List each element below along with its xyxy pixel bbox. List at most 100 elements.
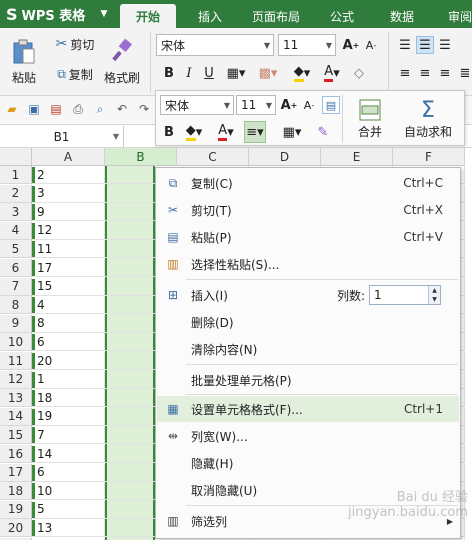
row-header[interactable]: 19 — [0, 500, 32, 519]
menu-item-column-width[interactable]: ⇹ 列宽(W)... — [157, 423, 459, 449]
menu-item-delete[interactable]: 删除(D) — [157, 309, 459, 335]
row-header[interactable]: 9 — [0, 314, 32, 333]
cut-button[interactable]: ✂ 剪切 — [50, 34, 100, 54]
align-center-icon[interactable]: ≡ — [416, 64, 434, 82]
format-painter-icon[interactable]: ✎ — [314, 123, 332, 141]
cell-a[interactable]: 19 — [32, 407, 105, 426]
align-right-icon[interactable]: ≡ — [436, 64, 454, 82]
decrease-font-icon[interactable]: A- — [300, 96, 318, 114]
stepper-down-icon[interactable]: ▼ — [428, 295, 440, 304]
font-color-icon[interactable]: A ▾ — [212, 123, 240, 141]
menu-item-paste-special[interactable]: ▥ 选择性粘贴(S)... — [157, 251, 459, 277]
bold-icon[interactable]: B — [160, 123, 178, 141]
align-middle-icon[interactable]: ☰ — [416, 36, 434, 54]
row-header[interactable]: 4 — [0, 221, 32, 240]
align-left-icon[interactable]: ≡ — [396, 64, 414, 82]
underline-icon[interactable]: U — [200, 64, 218, 82]
cell-a[interactable]: 20 — [32, 352, 105, 370]
redo-icon[interactable]: ↷ — [136, 101, 152, 117]
cell-a[interactable]: 5 — [32, 500, 105, 519]
row-header[interactable]: 11 — [0, 352, 32, 370]
export-pdf-icon[interactable]: ▤ — [48, 101, 64, 117]
align-top-icon[interactable]: ☰ — [396, 36, 414, 54]
merge-button[interactable]: 合并 — [348, 95, 392, 143]
row-header[interactable]: 20 — [0, 519, 32, 538]
app-menu-button[interactable]: S WPS 表格 — [0, 0, 92, 28]
cell-a[interactable]: 10 — [32, 482, 105, 501]
align-bottom-icon[interactable]: ☰ — [436, 36, 454, 54]
fill-pattern-icon[interactable]: ▩▾ — [254, 64, 282, 82]
copy-button[interactable]: ⧉ 复制 — [50, 64, 100, 84]
print-preview-icon[interactable]: ⌕ — [92, 101, 108, 117]
row-header[interactable]: 5 — [0, 240, 32, 259]
chevron-down-icon[interactable]: ▼ — [94, 0, 114, 28]
cell-a[interactable]: 8 — [32, 314, 105, 333]
column-header-b[interactable]: B — [105, 148, 177, 166]
format-painter-button[interactable]: 格式刷 — [102, 34, 142, 90]
column-header-c[interactable]: C — [177, 148, 249, 166]
save-icon[interactable]: ▣ — [26, 101, 42, 117]
row-header[interactable]: 18 — [0, 482, 32, 501]
tab-data[interactable]: 数据 — [378, 4, 426, 28]
tab-home[interactable]: 开始 — [120, 4, 176, 28]
cell-a[interactable]: 18 — [32, 389, 105, 408]
cell-a[interactable]: 7 — [32, 426, 105, 445]
autosum-button[interactable]: Σ 自动求和 — [396, 95, 460, 143]
border-icon[interactable]: ▦▾ — [222, 64, 250, 82]
row-header[interactable]: 3 — [0, 203, 32, 222]
cell-a[interactable]: 6 — [32, 463, 105, 482]
cell-a[interactable]: 9 — [32, 203, 105, 222]
row-header[interactable]: 17 — [0, 463, 32, 482]
cell-a[interactable]: 12 — [32, 221, 105, 240]
stepper-up-icon[interactable]: ▲ — [428, 286, 440, 295]
row-header[interactable]: 8 — [0, 296, 32, 315]
cell-a[interactable]: 14 — [32, 445, 105, 463]
menu-item-paste[interactable]: ▤ 粘贴(P) Ctrl+V — [157, 224, 459, 250]
name-box[interactable]: B1 ▼ — [0, 126, 124, 147]
column-header-f[interactable]: F — [393, 148, 465, 166]
menu-item-copy[interactable]: ⧉ 复制(C) Ctrl+C — [157, 170, 459, 196]
paste-button[interactable]: 粘贴 — [6, 34, 42, 90]
cell-a[interactable]: 6 — [32, 333, 105, 352]
undo-icon[interactable]: ↶ — [114, 101, 130, 117]
row-header[interactable]: 13 — [0, 389, 32, 408]
cell-a[interactable]: 15 — [32, 277, 105, 296]
justify-icon[interactable]: ≣ — [456, 64, 472, 82]
row-header[interactable]: 14 — [0, 407, 32, 426]
mini-font-name-select[interactable]: 宋体 ▼ — [160, 95, 234, 115]
column-header-a[interactable]: A — [32, 148, 105, 166]
border-icon[interactable]: ▦▾ — [278, 123, 306, 141]
cell-a[interactable]: 1 — [32, 370, 105, 389]
font-size-select[interactable]: 11 ▼ — [278, 34, 336, 56]
menu-item-hide[interactable]: 隐藏(H) — [157, 450, 459, 476]
increase-font-icon[interactable]: A + — [280, 96, 298, 114]
select-all-corner[interactable] — [0, 148, 32, 166]
row-header[interactable]: 10 — [0, 333, 32, 352]
row-header[interactable]: 12 — [0, 370, 32, 389]
row-header[interactable]: 16 — [0, 445, 32, 463]
increase-font-icon[interactable]: A + — [342, 36, 360, 54]
menu-item-clear-contents[interactable]: 清除内容(N) — [157, 336, 459, 362]
cell-a[interactable]: 13 — [32, 519, 105, 538]
cell-a[interactable]: 11 — [32, 240, 105, 259]
font-color-icon[interactable]: A ▾ — [318, 64, 346, 82]
cell-a[interactable]: 2 — [32, 166, 105, 184]
row-header[interactable]: 15 — [0, 426, 32, 445]
row-header[interactable]: 1 — [0, 166, 32, 184]
row-header[interactable]: 6 — [0, 259, 32, 277]
cell-a[interactable]: 3 — [32, 184, 105, 203]
column-count-stepper[interactable]: 1 ▲ ▼ — [369, 285, 441, 305]
cell-style-icon[interactable]: ▤ — [322, 96, 340, 114]
tab-review[interactable]: 审阅 — [440, 4, 472, 28]
italic-icon[interactable]: I — [180, 64, 198, 82]
decrease-font-icon[interactable]: A- — [362, 36, 380, 54]
tab-page-layout[interactable]: 页面布局 — [244, 4, 308, 28]
fill-color-icon[interactable]: ◆ ▾ — [180, 123, 208, 141]
open-folder-icon[interactable]: ▰ — [4, 101, 20, 117]
menu-item-cut[interactable]: ✂ 剪切(T) Ctrl+X — [157, 197, 459, 223]
row-header[interactable]: 2 — [0, 184, 32, 203]
text-shape-icon[interactable]: ◇ — [350, 64, 368, 82]
mini-font-size-select[interactable]: 11 ▼ — [236, 95, 276, 115]
bold-icon[interactable]: B — [160, 64, 178, 82]
print-icon[interactable]: ⎙ — [70, 101, 86, 117]
